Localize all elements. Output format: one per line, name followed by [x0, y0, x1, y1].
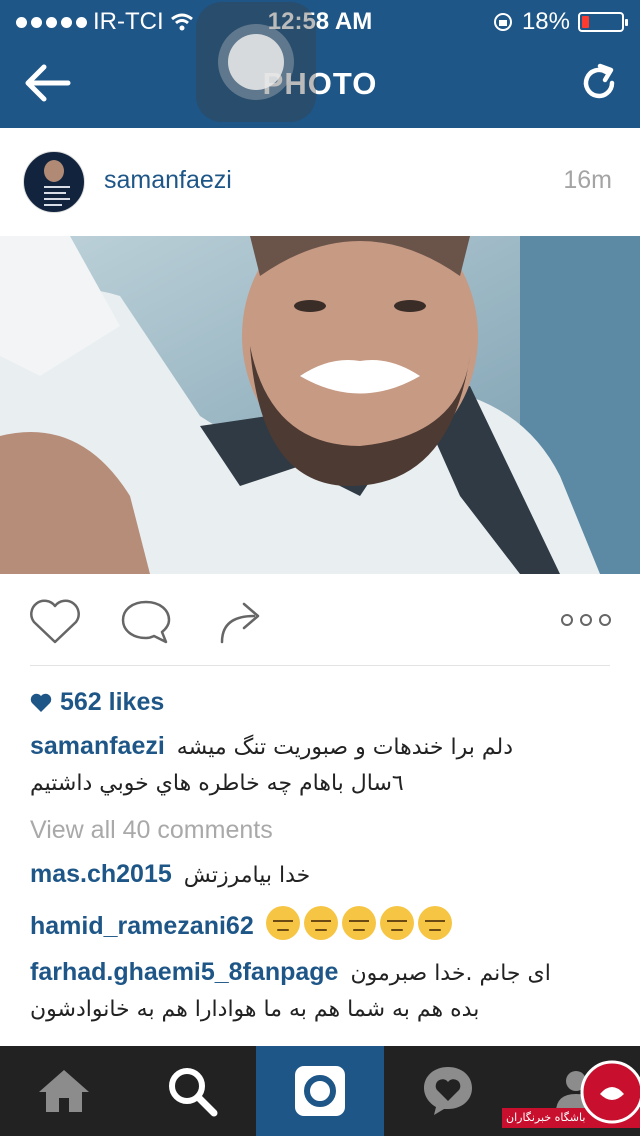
pensive-face-icon: [417, 906, 452, 940]
refresh-icon[interactable]: [578, 62, 620, 104]
like-count[interactable]: 562 likes: [30, 688, 164, 717]
comment-username[interactable]: farhad.ghaemi5_8fanpage: [30, 958, 338, 987]
avatar[interactable]: [23, 151, 85, 213]
comment-text: خدا بيامرزتش: [183, 863, 311, 888]
like-heart-icon: [30, 693, 52, 712]
likes-text: 562 likes: [60, 688, 165, 716]
caption-username[interactable]: samanfaezi: [30, 732, 165, 761]
navigation-header: IR-TCI 12:58 AM 18% PHOTO: [0, 0, 640, 128]
comment-text: اى جانم .خدا صبرمون: [350, 961, 551, 986]
battery-icon: [578, 12, 628, 32]
assistive-touch-button[interactable]: [196, 2, 316, 122]
comment-username[interactable]: hamid_ramezani62: [30, 912, 254, 941]
caption-text-line2: ٦سال باهام چه خاطره هاي خوبي داشتيم: [30, 771, 404, 796]
more-icon[interactable]: [558, 610, 614, 630]
status-bar: IR-TCI 12:58 AM 18%: [0, 0, 640, 40]
post-header: samanfaezi 16m: [0, 128, 640, 236]
pensive-face-icon: [341, 906, 376, 940]
tab-bar: باشگاه خبرنگاران: [0, 1046, 640, 1136]
share-icon[interactable]: [216, 598, 264, 646]
comment-item: farhad.ghaemi5_8fanpage اى جانم .خدا صبر…: [30, 958, 610, 1022]
post-photo[interactable]: [0, 236, 640, 574]
activity-icon: [424, 1067, 472, 1115]
comment-text-line2: بده هم به شما هم به ما هوادارا هم به خان…: [30, 997, 480, 1022]
home-icon: [39, 1070, 89, 1112]
news-club-watermark: باشگاه خبرنگاران: [502, 1040, 640, 1136]
search-icon: [169, 1068, 218, 1117]
comment-icon[interactable]: [120, 598, 172, 646]
post-username[interactable]: samanfaezi: [104, 166, 232, 195]
post-actions: [0, 574, 640, 666]
page-title: PHOTO: [262, 66, 378, 101]
view-all-comments-link[interactable]: View all 40 comments: [30, 816, 610, 845]
battery-percent: 18%: [521, 8, 570, 35]
photo-image: [0, 236, 640, 574]
pensive-emoji-group: [265, 906, 456, 947]
camera-icon: [295, 1066, 345, 1116]
pensive-face-icon: [379, 906, 414, 940]
tab-activity[interactable]: [384, 1046, 512, 1136]
caption: samanfaezi دلم برا خندهات و صبوريت تنگ م…: [30, 732, 610, 796]
pensive-face-icon: [265, 906, 300, 940]
comment-item: hamid_ramezani62: [30, 906, 610, 947]
pensive-face-icon: [303, 906, 338, 940]
comment-username[interactable]: mas.ch2015: [30, 860, 172, 889]
rotation-lock-icon: [493, 13, 512, 31]
divider: [30, 665, 610, 666]
comment-item: mas.ch2015 خدا بيامرزتش: [30, 860, 610, 889]
caption-text-line1: دلم برا خندهات و صبوريت تنگ ميشه: [176, 735, 514, 760]
tab-home[interactable]: [0, 1046, 128, 1136]
watermark-text: باشگاه خبرنگاران: [506, 1111, 586, 1124]
tab-search[interactable]: [128, 1046, 256, 1136]
post-time: 16m: [563, 166, 612, 194]
tab-camera[interactable]: [256, 1046, 384, 1136]
status-right: 18%: [492, 8, 628, 36]
battery-fill: [582, 16, 589, 28]
heart-icon[interactable]: [28, 598, 82, 646]
